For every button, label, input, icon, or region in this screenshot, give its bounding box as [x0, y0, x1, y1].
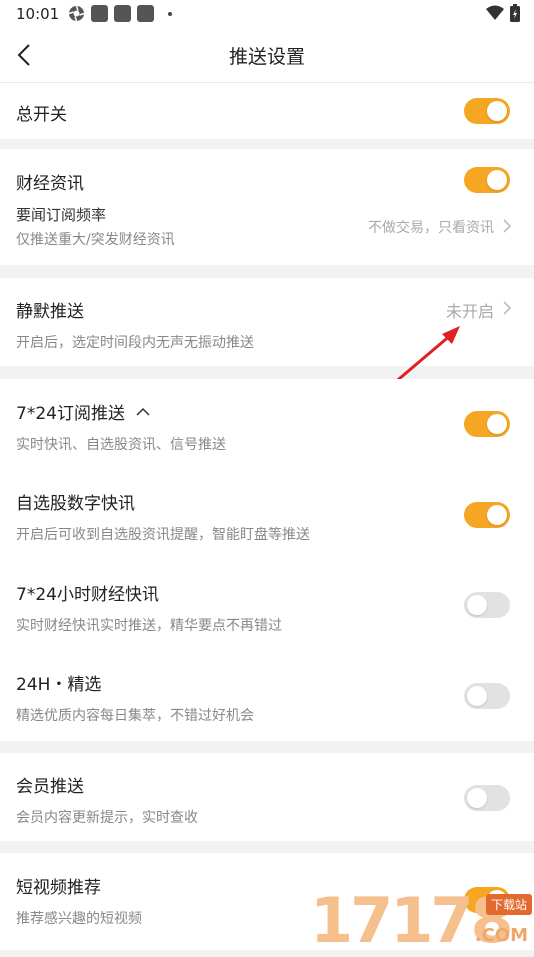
master-switch-label: 总开关 [16, 105, 67, 125]
list-item-desc: 实时快讯、自选股资讯、信号推送 [16, 437, 226, 453]
status-bar: 10:01 [0, 0, 534, 28]
subscription-toggle[interactable] [464, 683, 510, 709]
watermark-logo: 17178 下载站 .COM [310, 884, 534, 957]
more-notifications-icon [168, 11, 172, 16]
list-item: 24H・精选 精选优质内容每日集萃，不错过好机会 [0, 649, 534, 741]
chevron-right-icon [503, 219, 512, 233]
subscription-toggle[interactable] [464, 502, 510, 528]
finance-news-label: 财经资讯 [16, 174, 84, 194]
list-item: 7*24小时财经快讯 实时财经快讯实时推送，精华要点不再错过 [0, 559, 534, 649]
nav-bar: 推送设置 [0, 28, 534, 83]
list-item-title: 7*24订阅推送 [16, 399, 150, 424]
subscription-toggle[interactable] [464, 411, 510, 437]
member-push-label: 会员推送 [16, 777, 84, 797]
finance-news-toggle[interactable] [464, 167, 510, 193]
list-item: 7*24订阅推送 实时快讯、自选股资讯、信号推送 [0, 379, 534, 469]
subscription-frequency-desc: 仅推送重大/突发财经资讯 [16, 232, 175, 248]
list-item-title: 7*24小时财经快讯 [16, 585, 159, 605]
wifi-icon [486, 5, 504, 20]
watermark-badge: 下载站 [485, 894, 532, 915]
watermark-digits: 17178 [310, 884, 514, 957]
short-video-label: 短视频推荐 [16, 878, 101, 898]
master-switch-row: 总开关 [0, 83, 534, 139]
subscription-frequency-row[interactable]: 要闻订阅频率 仅推送重大/突发财经资讯 不做交易，只看资讯 [0, 199, 534, 257]
list-item-title: 自选股数字快讯 [16, 494, 135, 514]
short-video-desc: 推荐感兴趣的短视频 [16, 911, 142, 927]
member-push-desc: 会员内容更新提示，实时查收 [16, 810, 198, 826]
chevron-up-icon[interactable] [136, 407, 150, 417]
master-switch-toggle[interactable] [464, 98, 510, 124]
list-item-title: 24H・精选 [16, 675, 102, 695]
watermark-com: .COM [474, 925, 528, 946]
silent-push-status: 未开启 [445, 302, 494, 321]
member-push-card: 会员推送 会员内容更新提示，实时查收 [0, 753, 534, 841]
notification-icon [114, 5, 131, 22]
system-icons [486, 4, 520, 22]
status-time: 10:01 [16, 5, 60, 23]
notification-icon [137, 5, 154, 22]
finance-news-card: 财经资讯 要闻订阅频率 仅推送重大/突发财经资讯 不做交易，只看资讯 [0, 149, 534, 265]
notification-icons [68, 5, 172, 22]
notification-icon [91, 5, 108, 22]
subscription-frequency-label: 要闻订阅频率 [16, 206, 107, 224]
list-item-desc: 精选优质内容每日集萃，不错过好机会 [16, 708, 254, 724]
page-title: 推送设置 [228, 46, 305, 68]
aperture-icon [68, 5, 85, 22]
list-item-desc: 开启后可收到自选股资讯提醒，智能盯盘等推送 [16, 527, 310, 543]
chevron-right-icon [503, 301, 512, 315]
subscription-label: 7*24订阅推送 [16, 404, 125, 424]
subscription-frequency-value: 不做交易，只看资讯 [368, 220, 494, 236]
member-push-toggle[interactable] [464, 785, 510, 811]
silent-push-label: 静默推送 [16, 302, 84, 322]
subscriptions-card: 7*24订阅推送 实时快讯、自选股资讯、信号推送 自选股数字快讯 开启后可收到自… [0, 379, 534, 741]
battery-icon [510, 4, 520, 22]
subscription-toggle[interactable] [464, 592, 510, 618]
silent-push-desc: 开启后，选定时间段内无声无振动推送 [16, 335, 254, 351]
list-item-desc: 实时财经快讯实时推送，精华要点不再错过 [16, 618, 282, 634]
list-item: 自选股数字快讯 开启后可收到自选股资讯提醒，智能盯盘等推送 [0, 469, 534, 559]
